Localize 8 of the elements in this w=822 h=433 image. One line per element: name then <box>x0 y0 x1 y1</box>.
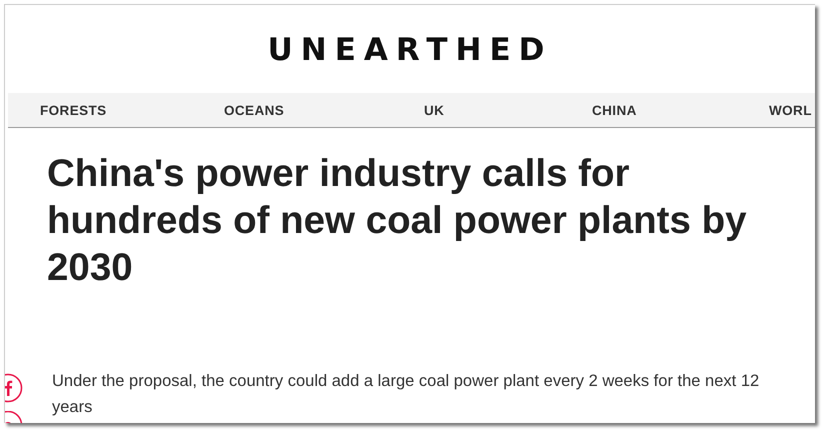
nav-link[interactable]: OCEANS <box>224 102 284 118</box>
nav-link[interactable]: CHINA <box>592 102 637 118</box>
article-standfirst: Under the proposal, the country could add a large coal power plant every 2 weeks for the next 12 years <box>52 371 760 418</box>
nav-link[interactable]: WORL <box>769 102 812 118</box>
nav-link[interactable]: UK <box>424 102 444 118</box>
nav-link[interactable]: FORESTS <box>40 102 107 118</box>
article-headline: China's power industry calls for hundreds of new coal power plants by 2030 <box>47 151 748 291</box>
site-logo[interactable]: UNEARTHED <box>268 33 552 65</box>
